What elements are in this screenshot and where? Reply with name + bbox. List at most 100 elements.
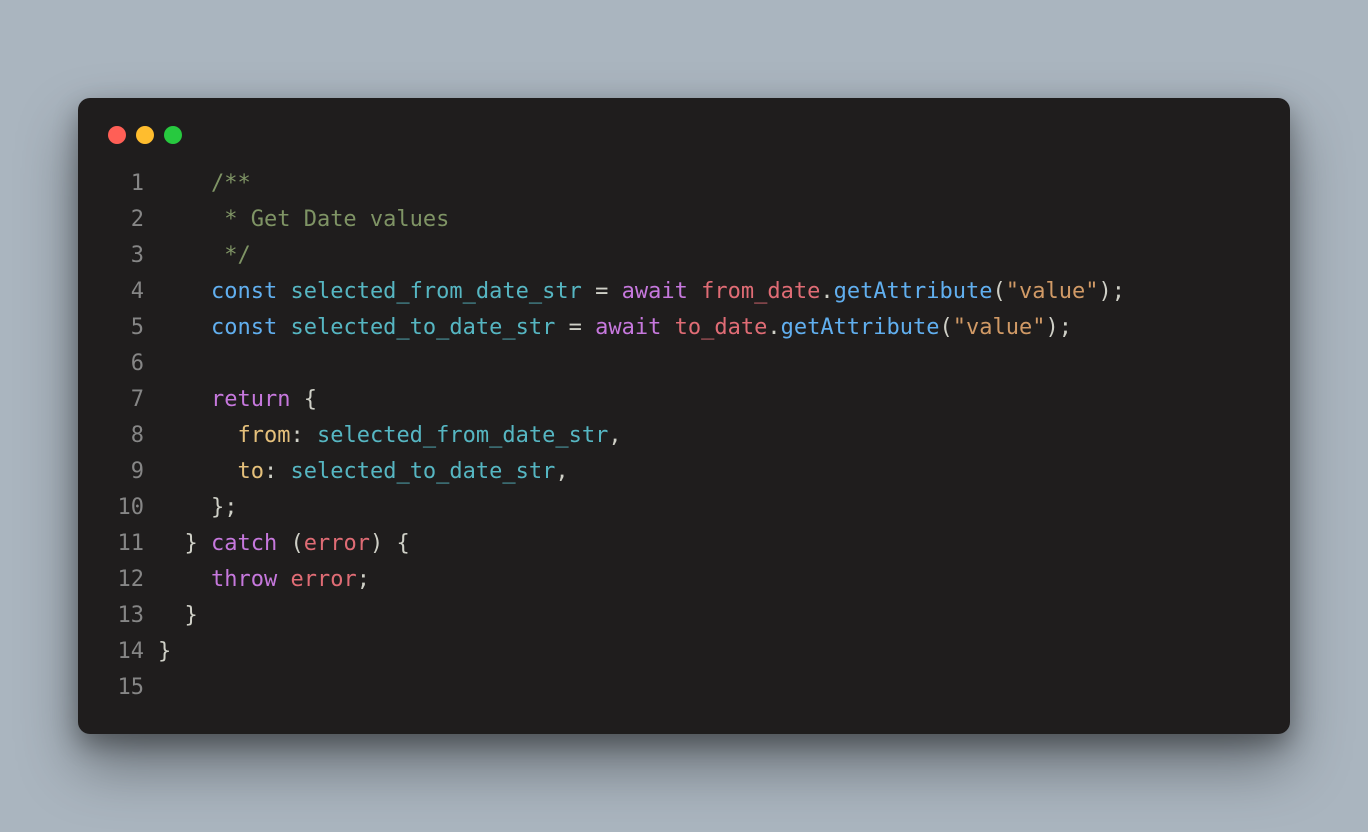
close-icon[interactable] xyxy=(108,126,126,144)
line-number: 8 xyxy=(106,418,158,454)
token-punct: { xyxy=(290,387,317,412)
token-punct: ( xyxy=(940,315,953,340)
token-ident: to_date xyxy=(675,315,768,340)
code-line: 14} xyxy=(106,634,1262,670)
line-number: 3 xyxy=(106,238,158,274)
token-ident: error xyxy=(304,531,370,556)
token-fn: getAttribute xyxy=(781,315,940,340)
line-number: 1 xyxy=(106,166,158,202)
token-punct xyxy=(608,279,621,304)
token-attr: from xyxy=(237,423,290,448)
token-ident: error xyxy=(290,567,356,592)
code-line: 3 */ xyxy=(106,238,1262,274)
zoom-icon[interactable] xyxy=(164,126,182,144)
line-number: 7 xyxy=(106,382,158,418)
token-kw: return xyxy=(211,387,290,412)
line-content: } catch (error) { xyxy=(158,526,1262,562)
token-punct: = xyxy=(569,315,582,340)
token-punct: : xyxy=(290,423,317,448)
code-line: 9 to: selected_to_date_str, xyxy=(106,454,1262,490)
code-line: 12 throw error; xyxy=(106,562,1262,598)
token-punct: } xyxy=(185,531,212,556)
code-window: 1 /**2 * Get Date values3 */4 const sele… xyxy=(78,98,1290,734)
line-content: * Get Date values xyxy=(158,202,1262,238)
token-decl: selected_to_date_str xyxy=(290,459,555,484)
token-punct xyxy=(582,279,595,304)
token-punct: }; xyxy=(211,495,238,520)
token-punct xyxy=(688,279,701,304)
token-kw: await xyxy=(595,315,661,340)
line-content: throw error; xyxy=(158,562,1262,598)
token-punct: ( xyxy=(277,531,304,556)
token-str: "value" xyxy=(1006,279,1099,304)
token-punct xyxy=(277,279,290,304)
token-comment: */ xyxy=(211,243,251,268)
line-number: 5 xyxy=(106,310,158,346)
token-punct xyxy=(277,567,290,592)
line-number: 10 xyxy=(106,490,158,526)
line-content: }; xyxy=(158,490,1262,526)
code-line: 8 from: selected_from_date_str, xyxy=(106,418,1262,454)
code-line: 10 }; xyxy=(106,490,1262,526)
token-attr: to xyxy=(237,459,264,484)
token-constkw: const xyxy=(211,315,277,340)
token-str: "value" xyxy=(953,315,1046,340)
line-content: to: selected_to_date_str, xyxy=(158,454,1262,490)
token-punct: . xyxy=(767,315,780,340)
line-content xyxy=(158,346,1262,382)
code-line: 4 const selected_from_date_str = await f… xyxy=(106,274,1262,310)
token-kw: catch xyxy=(211,531,277,556)
code-line: 13 } xyxy=(106,598,1262,634)
line-number: 15 xyxy=(106,670,158,706)
minimize-icon[interactable] xyxy=(136,126,154,144)
line-content xyxy=(158,670,1262,706)
line-content: } xyxy=(158,634,1262,670)
token-comment: /** xyxy=(211,171,251,196)
token-decl: selected_to_date_str xyxy=(290,315,555,340)
line-number: 6 xyxy=(106,346,158,382)
code-line: 1 /** xyxy=(106,166,1262,202)
line-number: 9 xyxy=(106,454,158,490)
token-decl: selected_from_date_str xyxy=(290,279,581,304)
token-comment: * Get Date values xyxy=(211,207,449,232)
line-content: } xyxy=(158,598,1262,634)
token-punct: ); xyxy=(1099,279,1126,304)
line-content: const selected_to_date_str = await to_da… xyxy=(158,310,1262,346)
token-punct: . xyxy=(820,279,833,304)
token-punct: : xyxy=(264,459,291,484)
token-punct: } xyxy=(158,639,171,664)
token-punct xyxy=(582,315,595,340)
code-line: 6 xyxy=(106,346,1262,382)
token-decl: selected_from_date_str xyxy=(317,423,608,448)
token-punct xyxy=(661,315,674,340)
token-punct: , xyxy=(555,459,568,484)
line-content: const selected_from_date_str = await fro… xyxy=(158,274,1262,310)
code-line: 15 xyxy=(106,670,1262,706)
token-punct: = xyxy=(595,279,608,304)
code-line: 5 const selected_to_date_str = await to_… xyxy=(106,310,1262,346)
line-number: 11 xyxy=(106,526,158,562)
line-content: /** xyxy=(158,166,1262,202)
token-kw: await xyxy=(622,279,688,304)
token-punct xyxy=(555,315,568,340)
line-number: 14 xyxy=(106,634,158,670)
line-content: from: selected_from_date_str, xyxy=(158,418,1262,454)
code-line: 11 } catch (error) { xyxy=(106,526,1262,562)
token-punct: ) { xyxy=(370,531,410,556)
line-number: 13 xyxy=(106,598,158,634)
line-number: 12 xyxy=(106,562,158,598)
line-content: return { xyxy=(158,382,1262,418)
line-content: */ xyxy=(158,238,1262,274)
token-punct: } xyxy=(185,603,198,628)
token-constkw: const xyxy=(211,279,277,304)
line-number: 2 xyxy=(106,202,158,238)
token-punct: , xyxy=(608,423,621,448)
token-punct: ); xyxy=(1046,315,1073,340)
token-fn: getAttribute xyxy=(834,279,993,304)
token-ident: from_date xyxy=(701,279,820,304)
line-number: 4 xyxy=(106,274,158,310)
token-kw: throw xyxy=(211,567,277,592)
token-punct: ( xyxy=(993,279,1006,304)
code-editor[interactable]: 1 /**2 * Get Date values3 */4 const sele… xyxy=(106,166,1262,706)
token-punct xyxy=(277,315,290,340)
